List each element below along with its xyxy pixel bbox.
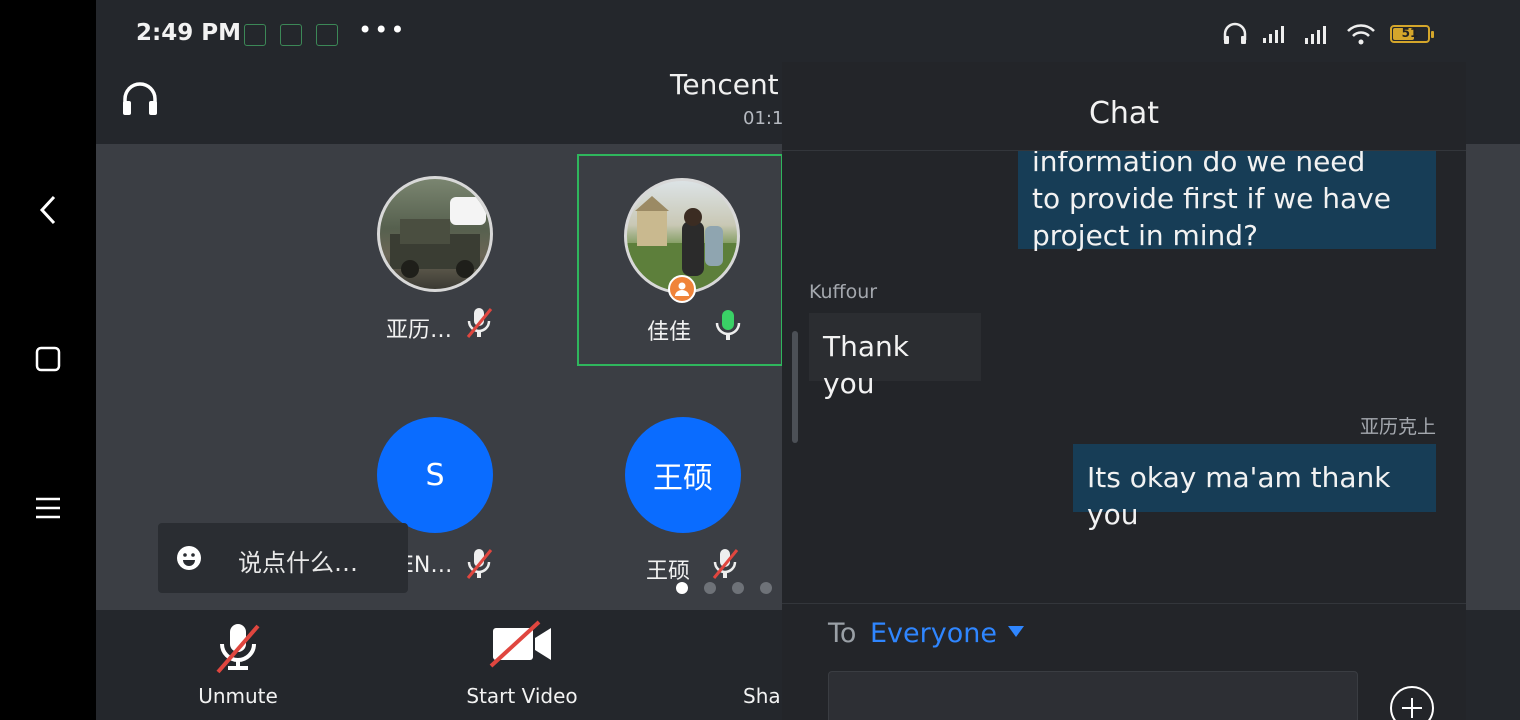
back-button[interactable] xyxy=(22,184,74,236)
start-video-label: Start Video xyxy=(466,684,578,708)
headset-icon xyxy=(123,82,157,115)
participant-tile[interactable]: 王硕 王硕 xyxy=(580,395,784,605)
status-bar: 2:49 PM ••• 51 xyxy=(96,0,1520,66)
chat-message-incoming[interactable]: Thank you xyxy=(809,313,981,400)
page-dot[interactable] xyxy=(676,582,688,594)
app-notification-icon xyxy=(280,24,302,46)
comment-input[interactable]: 说点什么… xyxy=(158,523,408,593)
message-line: to provide first if we have xyxy=(1032,182,1391,215)
participant-name: 王硕 xyxy=(646,559,691,584)
chat-scrollbar[interactable] xyxy=(792,331,798,443)
meeting-timer: 01:1 xyxy=(743,108,784,129)
message-text: Thank you xyxy=(823,330,909,400)
message-sender: 亚历克上 xyxy=(1359,416,1436,438)
message-line: information do we need xyxy=(1032,151,1366,178)
notification-icons xyxy=(244,24,338,46)
message-line: project in mind? xyxy=(1032,219,1258,252)
meeting-title[interactable]: Tencent xyxy=(670,68,779,101)
page-dot[interactable] xyxy=(760,582,772,594)
meeting-screen: 2:49 PM ••• 51 Tencent 01:1 亚历… 佳佳 S SEN… xyxy=(96,0,1520,720)
participant-tile-active-speaker[interactable]: 佳佳 xyxy=(577,154,783,366)
avatar-photo xyxy=(377,176,493,292)
menu-icon xyxy=(36,497,60,519)
video-off-icon xyxy=(489,620,551,668)
participant-name: 亚历… xyxy=(386,318,453,343)
square-icon xyxy=(35,346,61,372)
chat-messages[interactable]: information do we need to provide first … xyxy=(782,151,1466,603)
share-label: Shar xyxy=(743,684,786,708)
recents-button[interactable] xyxy=(22,482,74,534)
chat-message-outgoing[interactable]: Its okay ma'am thank you xyxy=(1073,444,1436,531)
message-sender: Kuffour xyxy=(809,281,878,303)
app-notification-icon xyxy=(244,24,266,46)
battery-icon: 51 xyxy=(1390,25,1434,43)
headphones-status-icon xyxy=(1223,22,1247,44)
chat-message-outgoing[interactable]: information do we need to provide first … xyxy=(1018,151,1436,252)
page-indicator xyxy=(676,582,772,594)
dropdown-arrow-icon[interactable] xyxy=(1008,626,1024,637)
page-dot[interactable] xyxy=(732,582,744,594)
chat-input[interactable] xyxy=(828,671,1358,720)
signal-icon xyxy=(1263,26,1284,43)
shield-icon xyxy=(316,24,338,46)
chat-composer: To Everyone xyxy=(782,603,1466,720)
page-dot[interactable] xyxy=(704,582,716,594)
comment-placeholder: 说点什么… xyxy=(238,549,358,577)
status-indicators: 51 xyxy=(1222,22,1434,46)
battery-level: 51 xyxy=(1401,26,1419,40)
unmute-button[interactable]: Unmute xyxy=(158,610,318,720)
chat-header: Chat xyxy=(782,62,1466,151)
add-button[interactable] xyxy=(1390,686,1434,720)
mic-muted-icon xyxy=(216,624,260,674)
mic-muted-icon xyxy=(712,549,739,579)
recipient-selector[interactable]: Everyone xyxy=(870,618,997,649)
mic-muted-icon xyxy=(466,308,493,338)
participant-tile[interactable]: 亚历… xyxy=(332,154,536,364)
clock: 2:49 PM xyxy=(136,20,241,46)
participant-name: 佳佳 xyxy=(647,320,692,345)
avatar-initial: S xyxy=(377,417,493,533)
recipient-label: To xyxy=(828,618,857,649)
home-button[interactable] xyxy=(22,333,74,385)
more-notifications-icon: ••• xyxy=(358,16,407,44)
mic-active-icon xyxy=(715,310,741,340)
back-arrow-icon xyxy=(39,195,56,225)
unmute-label: Unmute xyxy=(198,684,278,708)
message-text: Its okay ma'am thank you xyxy=(1087,461,1391,531)
system-nav-bar xyxy=(0,0,96,720)
wifi-icon xyxy=(1347,24,1375,45)
share-button[interactable]: Shar xyxy=(706,610,786,720)
chat-panel: Chat information do we need to provide f… xyxy=(782,62,1466,720)
start-video-button[interactable]: Start Video xyxy=(442,610,602,720)
host-badge-icon xyxy=(668,275,696,303)
chat-title: Chat xyxy=(1088,96,1160,131)
emoji-icon[interactable] xyxy=(176,545,202,571)
audio-button[interactable] xyxy=(120,80,160,122)
avatar-initial: 王硕 xyxy=(625,417,741,533)
hd-signal-icon xyxy=(1305,26,1326,44)
mic-muted-icon xyxy=(466,549,493,579)
